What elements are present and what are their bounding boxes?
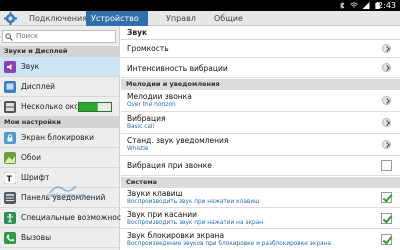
sidebar-item-label: Обои: [21, 153, 41, 162]
section-system: Система: [121, 177, 400, 188]
gear-icon[interactable]: [4, 12, 17, 25]
setting-description: Воспроизводить звук при нажатии клавиш: [127, 199, 260, 205]
search-field[interactable]: Поиск: [2, 30, 116, 43]
search-input[interactable]: Поиск: [16, 31, 38, 42]
chevron-right-icon: [382, 96, 391, 105]
tab-general[interactable]: Общие: [214, 11, 254, 26]
toggle-knob: [97, 103, 111, 111]
svg-text:T: T: [7, 175, 13, 184]
sidebar-item-label: Вызовы: [21, 233, 51, 242]
tab-connections[interactable]: Подключения: [26, 11, 87, 26]
clock: 2:43: [378, 1, 396, 10]
sidebar-item-wallpaper[interactable]: Обои: [0, 148, 120, 168]
setting-volume[interactable]: Громкость: [121, 40, 400, 58]
multiwindow-toggle[interactable]: [78, 102, 112, 112]
bluetooth-icon: [340, 2, 345, 9]
sidebar-item-accessibility[interactable]: Специальные возможности: [0, 208, 130, 228]
status-bar: 2:43: [0, 0, 400, 11]
vibrate-when-ringing-checkbox[interactable]: [381, 160, 392, 171]
phone-icon: [4, 232, 16, 244]
wifi-icon: [350, 2, 358, 8]
lock-screen-sound-checkbox[interactable]: [381, 234, 392, 245]
setting-value: Basic call: [127, 124, 155, 130]
key-sounds-checkbox[interactable]: [381, 192, 392, 203]
sidebar-item-calls[interactable]: Вызовы: [0, 228, 120, 248]
sidebar-item-display[interactable]: Дисплей: [0, 77, 120, 97]
setting-title: Станд. звук уведомления: [127, 136, 229, 145]
setting-vibrate-when-ringing[interactable]: Вибрация при звонке: [121, 156, 400, 176]
display-icon: [4, 81, 16, 93]
chevron-right-icon: [382, 118, 391, 127]
wallpaper-icon: [4, 152, 16, 164]
chevron-right-icon: [382, 140, 391, 149]
setting-description: Воспроизведение звуков при блокировке и …: [127, 241, 331, 247]
setting-title: Звук блокировки экрана: [127, 231, 225, 240]
setting-vibration-intensity[interactable]: Интенсивность вибрации: [121, 58, 400, 78]
sidebar-item-lockscreen[interactable]: Экран блокировки: [0, 128, 120, 148]
sidebar-item-sound[interactable]: Звук: [0, 57, 120, 77]
sidebar-item-label: Дисплей: [21, 82, 56, 91]
setting-key-sounds[interactable]: Звуки клавиш Воспроизводить звук при наж…: [121, 188, 400, 208]
watermark-text: mobile-review.com: [47, 193, 85, 198]
sidebar-item-label: Экран блокировки: [21, 133, 94, 142]
sidebar-item-multiwindow[interactable]: Несколько окон: [0, 97, 120, 117]
accessibility-icon: [4, 212, 16, 224]
setting-title: Вибрация: [127, 114, 166, 123]
setting-vibration[interactable]: Вибрация Basic call: [121, 112, 400, 134]
setting-default-notification[interactable]: Станд. звук уведомления Whistle: [121, 134, 400, 156]
setting-value: Whistle: [127, 146, 149, 152]
setting-title: Интенсивность вибрации: [127, 64, 228, 73]
settings-menu: Поиск Звуки и Дисплей Звук Дисплей Неско…: [0, 26, 130, 250]
setting-title: Вибрация при звонке: [127, 161, 212, 170]
setting-touch-sounds[interactable]: Звук при касании Воспроизводить звук при…: [121, 208, 400, 229]
tab-controls[interactable]: Управл: [166, 11, 206, 26]
speaker-icon: [4, 61, 16, 73]
tab-device[interactable]: Устройство: [86, 11, 148, 26]
setting-description: Воспроизводить звук при нажатии на экран: [127, 220, 264, 226]
setting-title: Мелодии звонка: [127, 92, 192, 101]
search-icon: [5, 33, 13, 41]
sidebar-item-label: Несколько окон: [21, 102, 77, 111]
lock-screen-icon: [4, 132, 16, 144]
sidebar-item-label: Специальные возможности: [21, 213, 131, 222]
multi-window-icon: [4, 101, 16, 113]
section-ringtones-notifications: Мелодии и уведомления: [121, 79, 400, 90]
setting-title: Громкость: [127, 44, 169, 53]
font-icon: T: [4, 172, 16, 184]
signal-icon: [362, 2, 370, 9]
section-sound-display: Звуки и Дисплей: [0, 46, 120, 57]
page-title: Звук: [121, 26, 400, 40]
sound-settings-panel: Звук Громкость Интенсивность вибрации Ме…: [121, 26, 400, 250]
notification-panel-icon: [4, 192, 16, 204]
chevron-right-icon: [382, 63, 391, 72]
chevron-right-icon: [382, 44, 391, 53]
setting-title: Звук при касании: [127, 210, 198, 219]
setting-value: Over the horizon: [127, 102, 176, 108]
touch-sounds-checkbox[interactable]: [381, 213, 392, 224]
sidebar-item-label: Звук: [21, 62, 40, 71]
section-my-settings: Мои настройки: [0, 117, 120, 128]
setting-ringtone[interactable]: Мелодии звонка Over the horizon: [121, 90, 400, 112]
setting-title: Звуки клавиш: [127, 189, 183, 198]
setting-lock-screen-sound[interactable]: Звук блокировки экрана Воспроизведение з…: [121, 229, 400, 250]
tab-bar: Подключения Устройство Управл Общие: [0, 11, 400, 26]
